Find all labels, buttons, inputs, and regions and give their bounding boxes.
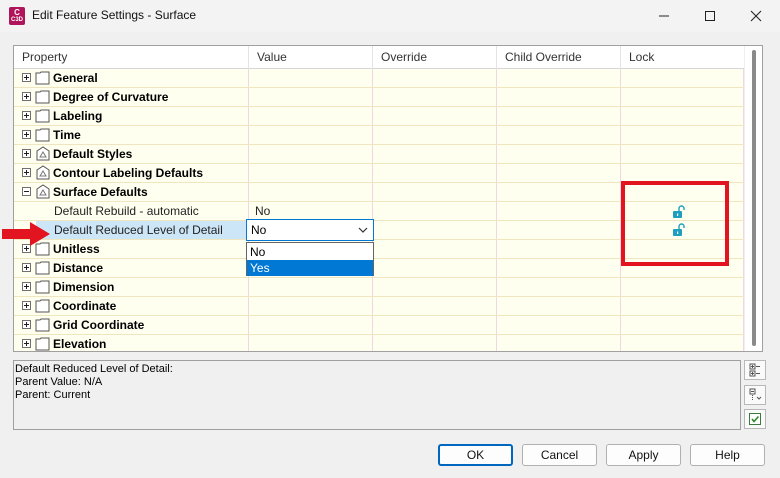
expand-icon[interactable] xyxy=(22,73,31,82)
group-label: Grid Coordinate xyxy=(53,318,145,332)
grid-group-row[interactable]: Dimension xyxy=(14,278,744,297)
expand-icon[interactable] xyxy=(22,282,31,291)
collapse-icon[interactable] xyxy=(22,187,31,196)
document-icon xyxy=(35,280,50,294)
close-button[interactable] xyxy=(733,0,779,32)
expand-icon[interactable] xyxy=(22,111,31,120)
expand-icon[interactable] xyxy=(22,168,31,177)
description-parent-value: Parent Value: N/A xyxy=(15,376,103,388)
column-header-lock[interactable]: Lock xyxy=(621,46,744,69)
expand-icon[interactable] xyxy=(22,130,31,139)
app-icon: C C3D xyxy=(9,7,25,25)
expand-icon[interactable] xyxy=(22,92,31,101)
group-label: Elevation xyxy=(53,337,107,351)
expand-icon[interactable] xyxy=(22,149,31,158)
window-title: Edit Feature Settings - Surface xyxy=(32,8,197,22)
grid-header: Property Value Override Child Override L… xyxy=(14,46,744,69)
ok-button[interactable]: OK xyxy=(438,444,513,466)
vertical-scrollbar[interactable] xyxy=(744,46,762,351)
maximize-icon xyxy=(705,11,715,21)
value-dropdown-list: No Yes xyxy=(246,242,374,276)
document-icon xyxy=(35,109,50,123)
grid-group-row[interactable]: Grid Coordinate xyxy=(14,316,744,335)
styles-icon xyxy=(36,146,50,161)
styles-icon xyxy=(36,184,50,199)
collapse-all-button[interactable] xyxy=(744,385,766,405)
grid-group-row[interactable]: Coordinate xyxy=(14,297,744,316)
column-header-property[interactable]: Property xyxy=(14,46,249,69)
column-header-value[interactable]: Value xyxy=(249,46,373,69)
property-label: Default Reduced Level of Detail xyxy=(54,223,223,237)
group-label: Time xyxy=(53,128,81,142)
description-parent: Parent: Current xyxy=(15,389,91,401)
document-icon xyxy=(35,71,50,85)
property-value[interactable]: No xyxy=(255,204,270,218)
document-icon xyxy=(35,299,50,313)
document-icon xyxy=(35,318,50,332)
property-label: Default Rebuild - automatic xyxy=(54,204,199,218)
checkbox-icon xyxy=(749,413,761,425)
grid-group-row[interactable]: Default Styles xyxy=(14,145,744,164)
toggle-checkbox-button[interactable] xyxy=(744,409,766,429)
column-header-child-override[interactable]: Child Override xyxy=(497,46,621,69)
document-icon xyxy=(35,261,50,275)
highlight-box xyxy=(621,181,729,266)
column-header-override[interactable]: Override xyxy=(373,46,497,69)
grid-group-row[interactable]: Elevation xyxy=(14,335,744,351)
grid-group-row[interactable]: General xyxy=(14,69,744,88)
maximize-button[interactable] xyxy=(687,0,733,32)
expand-icon[interactable] xyxy=(22,263,31,272)
document-icon xyxy=(35,128,50,142)
grid-group-row[interactable]: Time xyxy=(14,126,744,145)
combobox-value: No xyxy=(251,223,267,237)
group-label: Degree of Curvature xyxy=(53,90,169,104)
document-icon xyxy=(35,337,50,351)
collapse-all-icon xyxy=(749,388,762,401)
cancel-button[interactable]: Cancel xyxy=(522,444,597,466)
chevron-down-icon xyxy=(358,227,368,233)
dropdown-option-yes[interactable]: Yes xyxy=(247,260,373,276)
expand-all-icon xyxy=(749,363,760,377)
group-label: Default Styles xyxy=(53,147,133,161)
expand-all-button[interactable] xyxy=(744,360,766,380)
grid-group-row[interactable]: Degree of Curvature xyxy=(14,88,744,107)
close-icon xyxy=(750,10,762,22)
description-title: Default Reduced Level of Detail: xyxy=(15,363,173,375)
group-label: Coordinate xyxy=(53,299,117,313)
styles-icon xyxy=(36,165,50,180)
group-label: Dimension xyxy=(53,280,115,294)
group-label: Labeling xyxy=(53,109,103,123)
grid-group-row[interactable]: Labeling xyxy=(14,107,744,126)
dropdown-option-no[interactable]: No xyxy=(247,244,373,260)
document-icon xyxy=(35,90,50,104)
group-label: General xyxy=(53,71,98,85)
title-bar: C C3D Edit Feature Settings - Surface xyxy=(0,0,780,32)
expand-icon[interactable] xyxy=(22,339,31,348)
apply-button[interactable]: Apply xyxy=(606,444,681,466)
group-label: Surface Defaults xyxy=(53,185,148,199)
group-label: Distance xyxy=(53,261,104,275)
help-button[interactable]: Help xyxy=(690,444,765,466)
expand-icon[interactable] xyxy=(22,301,31,310)
value-combobox[interactable]: No xyxy=(246,219,374,241)
expand-icon[interactable] xyxy=(22,320,31,329)
description-panel: Default Reduced Level of Detail: Parent … xyxy=(13,360,741,430)
scrollbar-thumb[interactable] xyxy=(752,50,756,346)
group-label: Contour Labeling Defaults xyxy=(53,166,203,180)
red-arrow-icon xyxy=(2,222,50,246)
group-label: Unitless xyxy=(53,242,100,256)
minimize-icon xyxy=(659,15,669,17)
minimize-button[interactable] xyxy=(641,0,687,32)
